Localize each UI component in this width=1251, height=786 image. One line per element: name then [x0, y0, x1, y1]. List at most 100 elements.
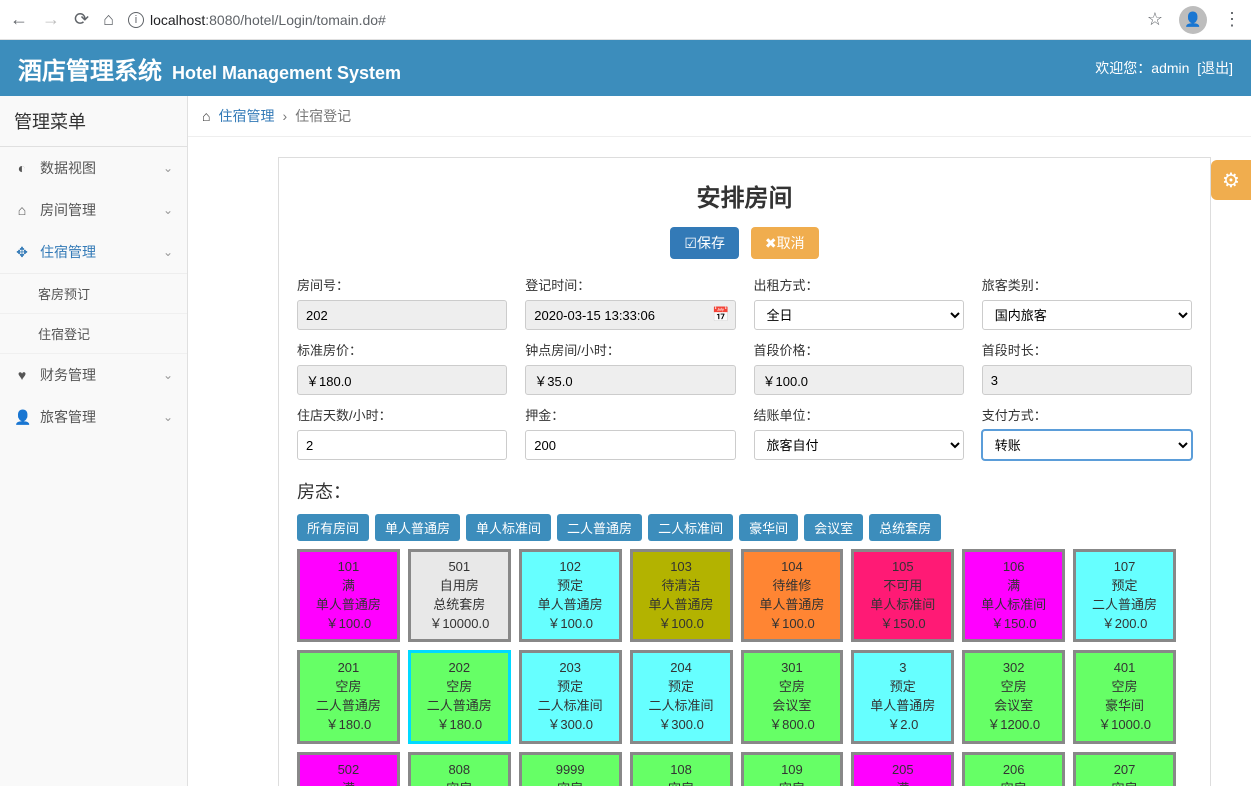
- chevron-right-icon: ⌄: [163, 161, 173, 175]
- room-card-501[interactable]: 501自用房总统套房￥10000.0: [408, 549, 511, 642]
- sidebar-item-1[interactable]: ⌂房间管理⌄: [0, 189, 187, 231]
- submenu-item-0[interactable]: 客房预订: [0, 274, 187, 314]
- room-card-204[interactable]: 204预定二人标准间￥300.0: [630, 650, 733, 743]
- room-card-104[interactable]: 104待维修单人普通房￥100.0: [741, 549, 844, 642]
- room-no: 9999: [524, 761, 617, 780]
- forward-icon[interactable]: →: [42, 9, 60, 30]
- first_price-input[interactable]: [754, 365, 964, 395]
- room-card-105[interactable]: 105不可用单人标准间￥150.0: [851, 549, 954, 642]
- room-type-tab-4[interactable]: 二人标准间: [648, 514, 733, 541]
- sidebar-item-3[interactable]: ♥财务管理⌄: [0, 354, 187, 396]
- room-type: 单人普通房: [856, 697, 949, 716]
- room-no: 3: [856, 659, 949, 678]
- calendar-icon[interactable]: 📅: [712, 306, 729, 323]
- sidebar-item-label: 数据视图: [40, 158, 96, 178]
- room-card-106[interactable]: 106满单人标准间￥150.0: [962, 549, 1065, 642]
- app-header: 酒店管理系统 Hotel Management System 欢迎您：admin…: [0, 40, 1251, 96]
- room-type-tab-0[interactable]: 所有房间: [297, 514, 369, 541]
- room-type-tab-6[interactable]: 会议室: [804, 514, 863, 541]
- room-card-103[interactable]: 103待清洁单人普通房￥100.0: [630, 549, 733, 642]
- content-area: ⌂ 住宿管理 › 住宿登记 安排房间 ☑保存 ✖取消 房间号：登记时间：📅出租方…: [188, 96, 1251, 786]
- menu-dots-icon[interactable]: ⋮: [1223, 9, 1241, 30]
- field-label: 首段时长：: [982, 340, 1192, 359]
- field-std_price: 标准房价：: [297, 340, 507, 395]
- sidebar-item-2[interactable]: ✥住宿管理⌄: [0, 231, 187, 273]
- field-stay_days: 住店天数/小时：: [297, 405, 507, 460]
- room-card-401[interactable]: 401空房豪华间￥1000.0: [1073, 650, 1176, 743]
- room-no: 201: [302, 659, 395, 678]
- room-card-502[interactable]: 502满总统套房￥8999.0: [297, 752, 400, 786]
- field-room_no: 房间号：: [297, 275, 507, 330]
- breadcrumb-current: 住宿登记: [295, 106, 351, 126]
- room-price: ￥180.0: [302, 716, 395, 735]
- settings-gear-icon[interactable]: ⚙: [1211, 160, 1251, 200]
- room-card-207[interactable]: 207空房二人标准间￥800.0: [1073, 752, 1176, 786]
- room-type-tab-2[interactable]: 单人标准间: [466, 514, 551, 541]
- cancel-button[interactable]: ✖取消: [751, 227, 819, 259]
- pay_method-select[interactable]: 转账: [982, 430, 1192, 460]
- room-card-808[interactable]: 808空房单人普通房￥800000.0: [408, 752, 511, 786]
- breadcrumb-link[interactable]: 住宿管理: [218, 106, 274, 126]
- stay_days-input[interactable]: [297, 430, 507, 460]
- url-port: :8080: [205, 12, 240, 28]
- room-card-9999[interactable]: 9999空房单人普通房￥999.0: [519, 752, 622, 786]
- room-type-tab-3[interactable]: 二人普通房: [557, 514, 642, 541]
- room-card-102[interactable]: 102预定单人普通房￥100.0: [519, 549, 622, 642]
- guest_type-select[interactable]: 国内旅客: [982, 300, 1192, 330]
- room-status: 不可用: [856, 577, 949, 596]
- field-first_duration: 首段时长：: [982, 340, 1192, 395]
- room-card-101[interactable]: 101满单人普通房￥100.0: [297, 549, 400, 642]
- room-type-tab-5[interactable]: 豪华间: [739, 514, 798, 541]
- field-rent_mode: 出租方式：全日: [754, 275, 964, 330]
- room-price: ￥100.0: [746, 615, 839, 634]
- settle_unit-select[interactable]: 旅客自付: [754, 430, 964, 460]
- std_price-input[interactable]: [297, 365, 507, 395]
- room-type: 二人普通房: [302, 697, 395, 716]
- assign-room-panel: 安排房间 ☑保存 ✖取消 房间号：登记时间：📅出租方式：全日旅客类别：国内旅客标…: [278, 157, 1211, 786]
- reload-icon[interactable]: ⟳: [74, 9, 89, 30]
- room-card-107[interactable]: 107预定二人普通房￥200.0: [1073, 549, 1176, 642]
- room-status: 空房: [413, 780, 506, 786]
- first_duration-input[interactable]: [982, 365, 1192, 395]
- profile-avatar[interactable]: 👤: [1179, 6, 1207, 34]
- field-pay_method: 支付方式：转账: [982, 405, 1192, 460]
- bookmark-icon[interactable]: ☆: [1147, 9, 1163, 30]
- room-card-203[interactable]: 203预定二人标准间￥300.0: [519, 650, 622, 743]
- room-card-302[interactable]: 302空房会议室￥1200.0: [962, 650, 1065, 743]
- room-status: 空房: [1078, 678, 1171, 697]
- logout-link[interactable]: [退出]: [1197, 60, 1233, 76]
- room-card-109[interactable]: 109空房单人普通房￥200.0: [741, 752, 844, 786]
- room-status: 空房: [746, 780, 839, 786]
- site-info-icon[interactable]: i: [128, 12, 144, 28]
- back-icon[interactable]: ←: [10, 9, 28, 30]
- room-card-202[interactable]: 202空房二人普通房￥180.0: [408, 650, 511, 743]
- room-type-tab-1[interactable]: 单人普通房: [375, 514, 460, 541]
- room-card-206[interactable]: 206空房二人标准间￥600.0: [962, 752, 1065, 786]
- room-type: 单人普通房: [746, 596, 839, 615]
- room-status: 预定: [1078, 577, 1171, 596]
- room_no-input[interactable]: [297, 300, 507, 330]
- room-no: 109: [746, 761, 839, 780]
- room-card-108[interactable]: 108空房二人普通房￥200.0: [630, 752, 733, 786]
- room-card-301[interactable]: 301空房会议室￥800.0: [741, 650, 844, 743]
- room-card-205[interactable]: 205满二人标准间￥500.0: [851, 752, 954, 786]
- save-button[interactable]: ☑保存: [670, 227, 739, 259]
- room-type-tab-7[interactable]: 总统套房: [869, 514, 941, 541]
- field-label: 首段价格：: [754, 340, 964, 359]
- home-icon[interactable]: ⌂: [103, 9, 114, 30]
- hour_price-input[interactable]: [525, 365, 735, 395]
- deposit-input[interactable]: [525, 430, 735, 460]
- rent_mode-select[interactable]: 全日: [754, 300, 964, 330]
- sidebar-item-4[interactable]: 👤旅客管理⌄: [0, 396, 187, 438]
- address-bar[interactable]: i localhost:8080/hotel/Login/tomain.do#: [128, 12, 1133, 28]
- sidebar-item-0[interactable]: ◐数据视图⌄: [0, 147, 187, 189]
- room-type: 单人普通房: [635, 596, 728, 615]
- submenu-item-1[interactable]: 住宿登记: [0, 314, 187, 354]
- panel-title: 安排房间: [297, 172, 1192, 227]
- room-card-3[interactable]: 3预定单人普通房￥2.0: [851, 650, 954, 743]
- checkin_time-input[interactable]: [525, 300, 735, 330]
- room-card-201[interactable]: 201空房二人普通房￥180.0: [297, 650, 400, 743]
- breadcrumb-home-icon[interactable]: ⌂: [202, 108, 210, 124]
- room-type: 单人普通房: [302, 596, 395, 615]
- room-grid-scroll[interactable]: 101满单人普通房￥100.0501自用房总统套房￥10000.0102预定单人…: [297, 549, 1192, 786]
